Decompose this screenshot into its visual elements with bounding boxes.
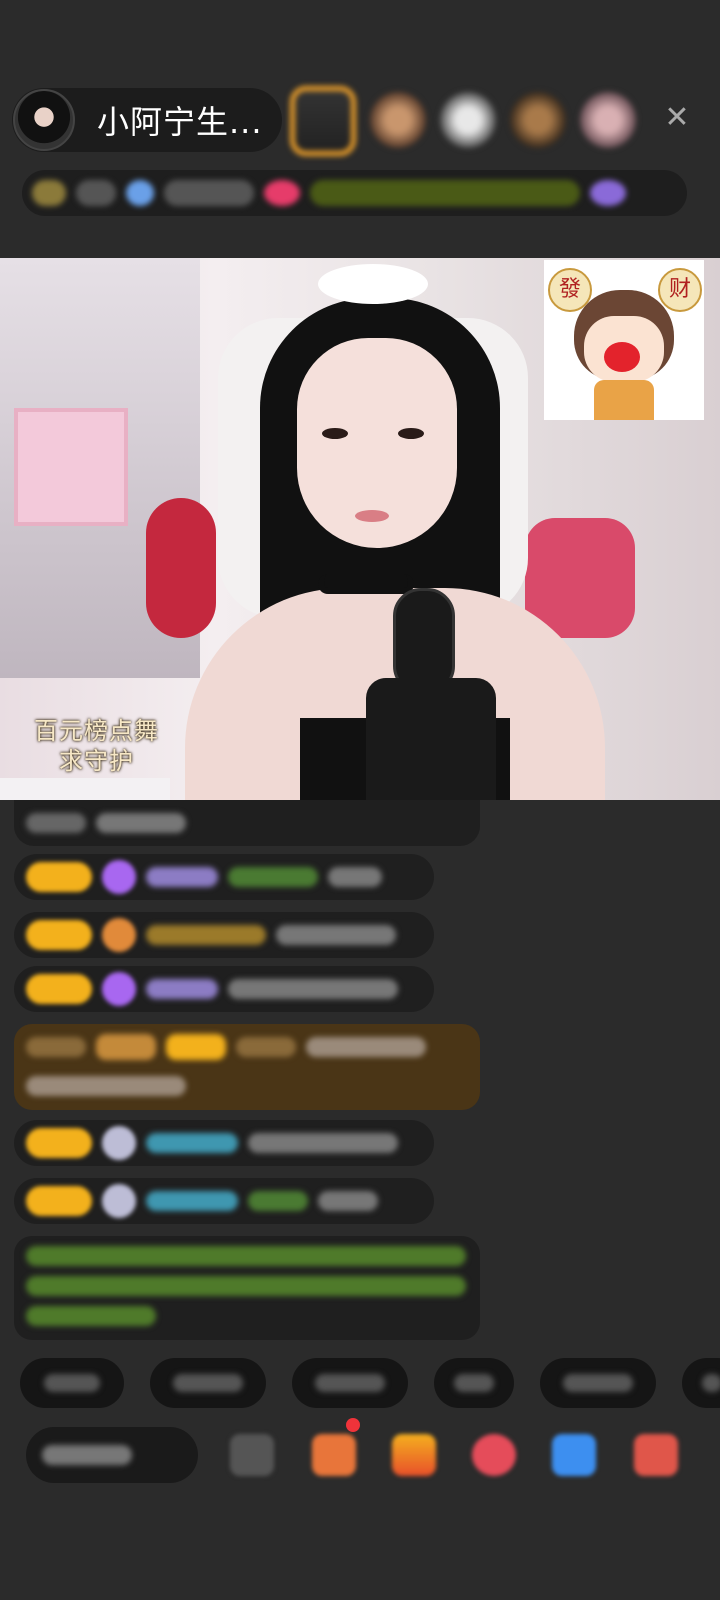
quick-phrase-row [20,1358,720,1408]
chat-message[interactable] [14,854,434,900]
gem-icon [102,1184,136,1218]
chat-gift [228,867,318,887]
level-badge [26,1128,92,1158]
chat-text [318,1191,378,1211]
chat-user [146,1191,238,1211]
caption-line: 百元榜点舞 [34,717,159,745]
cartoon-sticker: 發 财 [544,260,704,420]
gem-icon [102,918,136,952]
level-badge [166,1034,226,1060]
close-icon[interactable]: ✕ [662,103,692,133]
fans-icon[interactable] [126,180,154,206]
video-prop [146,498,216,638]
streamer-eye [398,428,424,439]
rank-text [76,180,116,206]
scrolling-notice [310,180,580,206]
chat-user [26,1037,86,1057]
notice-text [26,1246,466,1266]
rank-icon[interactable] [32,180,66,206]
chat-highlight-row [26,1034,468,1060]
system-notice [14,1236,480,1340]
streamer-necklace [318,574,414,594]
quick-phrase-chip[interactable] [292,1358,408,1408]
notice-text [26,1276,466,1296]
room-status-bar [22,170,687,216]
viewer-avatar[interactable] [510,92,566,148]
chat-highlight-message[interactable] [14,1024,480,1110]
gem-icon [102,972,136,1006]
caption-line: 求守护 [59,747,134,775]
chat-text [328,867,382,887]
live-video[interactable]: 百元榜点舞 求守护 發 财 [0,258,720,800]
like-icon[interactable] [472,1434,516,1476]
activity-icon[interactable] [590,180,626,206]
level-badge [26,1186,92,1216]
chat-text [276,925,396,945]
chat-user [236,1037,296,1057]
chat-message[interactable] [14,966,434,1012]
chat-user [146,979,218,999]
quick-phrase-chip[interactable] [682,1358,720,1408]
quick-phrase-chip[interactable] [20,1358,124,1408]
sticker-body [594,380,654,420]
notice-text [26,1306,156,1326]
level-badge [26,974,92,1004]
notification-dot [346,1418,360,1432]
host-name[interactable]: 小阿宁生... [97,97,263,143]
level-badge [26,920,92,950]
level-badge [26,862,92,892]
more-icon[interactable] [634,1434,678,1476]
host-info-pill[interactable]: 小阿宁生... [12,88,282,152]
video-prop [14,408,128,526]
quick-phrase-chip[interactable] [150,1358,266,1408]
chat-message[interactable] [14,1120,434,1166]
chat-text [228,979,398,999]
chat-message[interactable] [14,800,480,846]
hair-flower [318,264,428,304]
chat-message[interactable] [14,1178,434,1224]
viewer-avatar[interactable] [440,92,496,148]
quick-phrase-chip[interactable] [434,1358,514,1408]
microphone-stand [366,678,496,800]
level-badge [96,1034,156,1060]
chat-text [306,1037,426,1057]
streamer-eye [322,428,348,439]
chat-user [146,1133,238,1153]
chat-message[interactable] [14,912,434,958]
chat-user [146,925,266,945]
video-prop [0,778,170,800]
gem-icon [102,860,136,894]
chat-text [26,1076,186,1096]
chat-user [26,813,86,833]
share-icon[interactable] [552,1434,596,1476]
host-avatar[interactable] [13,89,75,151]
viewer-avatar[interactable] [370,92,426,148]
viewer-avatar[interactable] [580,92,636,148]
chat-user [146,867,218,887]
emoji-icon[interactable] [230,1434,274,1476]
sticker-coin: 發 [548,268,592,312]
red-packet-icon[interactable] [392,1434,436,1476]
follow-icon[interactable] [264,180,300,206]
chat-text [96,813,186,833]
fans-text [164,180,254,206]
sticker-mouth [604,342,640,372]
top-viewers-list [290,86,636,156]
quick-phrase-chip[interactable] [540,1358,656,1408]
comment-placeholder [42,1445,132,1465]
viewer-avatar[interactable] [290,86,356,156]
sticker-coin: 财 [658,268,702,312]
comment-input[interactable] [26,1427,198,1483]
video-caption: 百元榜点舞 求守护 [34,716,159,776]
gift-box-icon[interactable] [312,1434,356,1476]
chat-text [248,1133,398,1153]
gem-icon [102,1126,136,1160]
chat-gift [248,1191,308,1211]
streamer-lips [355,510,389,522]
